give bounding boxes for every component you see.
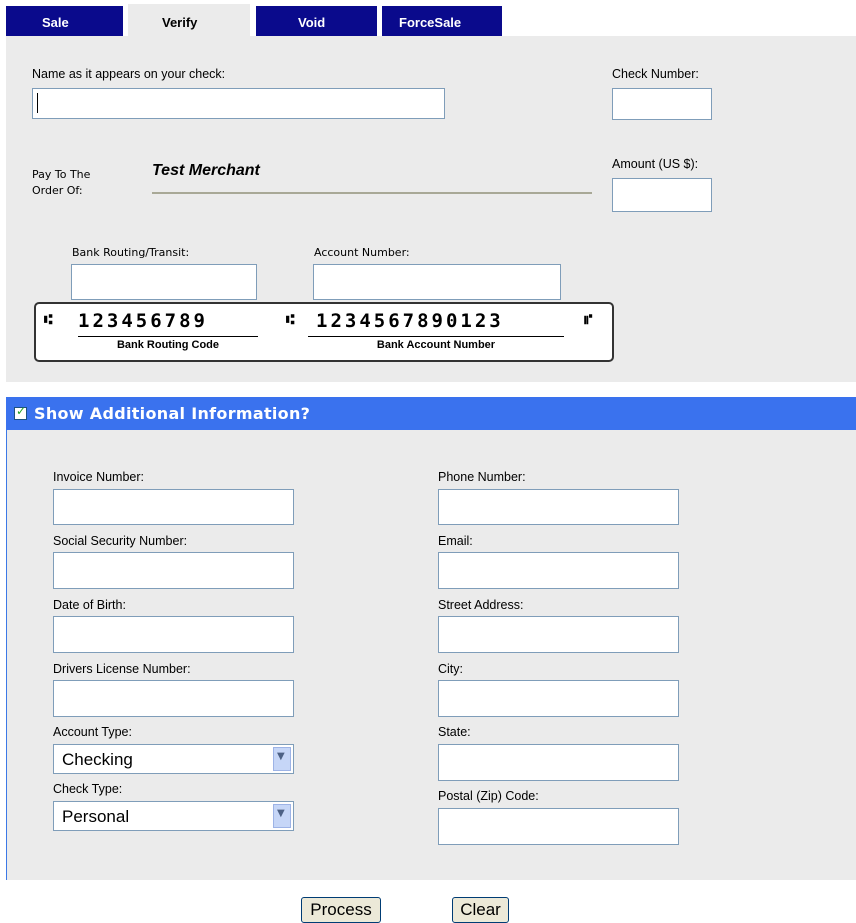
routing-field[interactable] xyxy=(71,264,257,300)
pay-to-label-1: Pay To The xyxy=(32,168,91,181)
check-number-label: Check Number: xyxy=(612,67,699,81)
phone-number-label: Phone Number: xyxy=(438,470,526,484)
city-field[interactable] xyxy=(438,680,679,717)
tab-verify[interactable]: Verify xyxy=(128,4,250,36)
on-us-symbol: ⑈ xyxy=(584,312,593,328)
routing-label: Bank Routing/Transit: xyxy=(72,246,190,259)
check-panel: Name as it appears on your check: Check … xyxy=(6,36,856,382)
name-field[interactable] xyxy=(32,88,445,119)
state-field[interactable] xyxy=(438,744,679,781)
process-button[interactable]: Process xyxy=(301,897,381,923)
date-of-birth-label: Date of Birth: xyxy=(53,598,126,612)
account-label: Account Number: xyxy=(314,246,410,259)
pay-to-label-2: Order Of: xyxy=(32,184,83,197)
transit-symbol-end: ⑆ xyxy=(286,312,295,328)
show-additional-checkbox[interactable]: ✓ xyxy=(14,404,27,420)
drivers-license-field[interactable] xyxy=(53,680,294,717)
chevron-down-icon: ▼ xyxy=(277,751,285,762)
name-label: Name as it appears on your check: xyxy=(32,67,226,81)
text-cursor xyxy=(37,93,38,113)
account-field[interactable] xyxy=(313,264,561,300)
street-address-field[interactable] xyxy=(438,616,679,653)
micr-line: ⑆ 123456789 ⑆ 1234567890123 ⑈ Bank Routi… xyxy=(34,302,614,362)
account-type-dropdown-button[interactable]: ▼ xyxy=(273,747,291,771)
email-label: Email: xyxy=(438,534,473,548)
amount-label: Amount (US $): xyxy=(612,157,699,171)
postal-code-label: Postal (Zip) Code: xyxy=(438,789,539,803)
routing-caption: Bank Routing Code xyxy=(116,339,220,351)
postal-code-field[interactable] xyxy=(438,808,679,845)
drivers-license-label: Drivers License Number: xyxy=(53,662,191,676)
state-label: State: xyxy=(438,725,471,739)
amount-field[interactable] xyxy=(612,178,712,212)
phone-number-field[interactable] xyxy=(438,489,679,525)
check-type-value: Personal xyxy=(62,807,130,826)
ssn-label: Social Security Number: xyxy=(53,534,188,548)
chevron-down-icon: ▼ xyxy=(277,808,285,819)
invoice-number-field[interactable] xyxy=(53,489,294,525)
date-of-birth-field[interactable] xyxy=(53,616,294,653)
account-type-select[interactable]: Checking ▼ xyxy=(53,744,294,774)
additional-info-title[interactable]: Show Additional Information? xyxy=(34,404,310,423)
check-number-field[interactable] xyxy=(612,88,712,120)
tab-forcesale[interactable]: ForceSale xyxy=(382,6,502,36)
transit-symbol-start: ⑆ xyxy=(44,312,53,328)
tab-void[interactable]: Void xyxy=(256,6,377,36)
clear-button[interactable]: Clear xyxy=(452,897,509,923)
pay-to-line xyxy=(152,192,592,194)
additional-info-header: ✓ Show Additional Information? xyxy=(6,397,856,430)
micr-account-digits: 1234567890123 xyxy=(316,310,504,332)
city-label: City: xyxy=(438,662,463,676)
check-type-select[interactable]: Personal ▼ xyxy=(53,801,294,831)
account-type-value: Checking xyxy=(62,750,133,769)
street-address-label: Street Address: xyxy=(438,598,524,612)
routing-underline xyxy=(78,336,258,337)
invoice-number-label: Invoice Number: xyxy=(53,470,145,484)
transaction-tabs: Sale Verify Void ForceSale xyxy=(0,0,856,36)
checkmark-icon: ✓ xyxy=(16,404,27,418)
check-type-dropdown-button[interactable]: ▼ xyxy=(273,804,291,828)
account-caption: Bank Account Number xyxy=(376,339,496,351)
ssn-field[interactable] xyxy=(53,552,294,589)
tab-sale[interactable]: Sale xyxy=(6,6,123,36)
additional-info-panel: Invoice Number: Social Security Number: … xyxy=(6,397,856,880)
micr-routing-digits: 123456789 xyxy=(78,310,208,332)
merchant-name: Test Merchant xyxy=(152,162,260,179)
check-type-label: Check Type: xyxy=(53,782,123,796)
account-type-label: Account Type: xyxy=(53,725,132,739)
email-field[interactable] xyxy=(438,552,679,589)
account-underline xyxy=(308,336,564,337)
